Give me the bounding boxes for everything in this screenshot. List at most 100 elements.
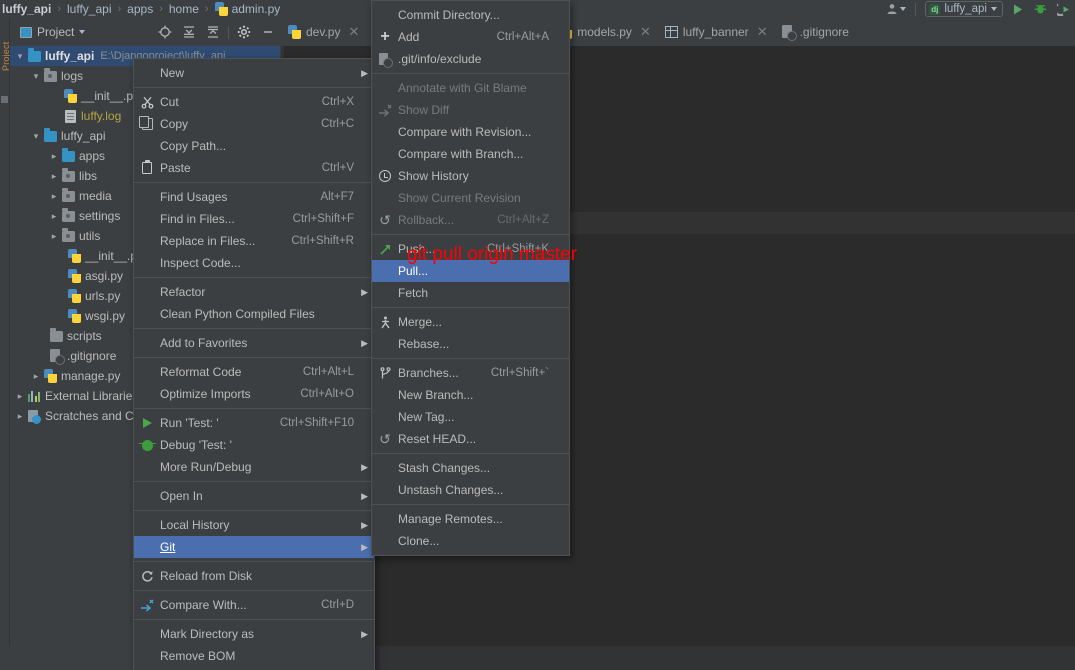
menu-item-mark-directory-as[interactable]: Mark Directory as ▶	[134, 623, 374, 645]
menu-item-copy-path[interactable]: Copy Path...	[134, 135, 374, 157]
user-profile-icon[interactable]	[886, 3, 907, 15]
menu-item-label: Copy Path...	[160, 139, 227, 153]
chevron-right-icon[interactable]: ▸	[14, 406, 26, 426]
menu-item-replace-in-files[interactable]: Replace in Files... Ctrl+Shift+R	[134, 230, 374, 252]
menu-item-run-test[interactable]: Run 'Test: ' Ctrl+Shift+F10	[134, 412, 374, 434]
project-panel-toolbar: Project	[10, 18, 280, 46]
python-file-icon	[42, 366, 58, 386]
menu-item-commit-directory[interactable]: Commit Directory...	[372, 4, 569, 26]
breadcrumb-item-module[interactable]: luffy_api	[65, 0, 113, 18]
menu-item-new-branch[interactable]: New Branch...	[372, 384, 569, 406]
run-icon[interactable]	[1009, 3, 1026, 16]
editor-tab-dev[interactable]: dev.py ✕	[281, 18, 366, 46]
menu-item-find-in-files[interactable]: Find in Files... Ctrl+Shift+F	[134, 208, 374, 230]
menu-item-find-usages[interactable]: Find Usages Alt+F7	[134, 186, 374, 208]
editor-tab-luffy-banner[interactable]: luffy_banner ✕	[658, 18, 775, 46]
menu-item-manage-remotes[interactable]: Manage Remotes...	[372, 508, 569, 530]
menu-item-fetch[interactable]: Fetch	[372, 282, 569, 304]
breadcrumb-item-project[interactable]: luffy_api	[0, 0, 53, 18]
menu-item-cut[interactable]: Cut Ctrl+X	[134, 91, 374, 113]
blank-icon	[372, 479, 398, 501]
chevron-down-icon[interactable]: ▾	[30, 126, 42, 146]
chevron-right-icon[interactable]: ▸	[48, 226, 60, 246]
chevron-right-icon[interactable]: ▸	[48, 206, 60, 226]
menu-item-clone[interactable]: Clone...	[372, 530, 569, 552]
menu-item-git[interactable]: Git ▶	[134, 536, 374, 558]
log-file-icon	[62, 106, 78, 126]
menu-item-stash-changes[interactable]: Stash Changes...	[372, 457, 569, 479]
collapse-all-icon[interactable]	[201, 20, 225, 44]
menu-item-debug-test[interactable]: Debug 'Test: '	[134, 434, 374, 456]
minimize-icon[interactable]	[256, 20, 280, 44]
menu-item-rebase[interactable]: Rebase...	[372, 333, 569, 355]
blank-icon	[372, 508, 398, 530]
gear-icon[interactable]	[232, 20, 256, 44]
menu-item-label: Cut	[160, 95, 179, 109]
menu-item-more-run-debug[interactable]: More Run/Debug ▶	[134, 456, 374, 478]
menu-item-local-history[interactable]: Local History ▶	[134, 514, 374, 536]
debug-icon[interactable]	[1032, 3, 1049, 16]
menu-item-inspect-code[interactable]: Inspect Code...	[134, 252, 374, 274]
breadcrumb-separator: ›	[204, 3, 209, 15]
menu-item-refactor[interactable]: Refactor ▶	[134, 281, 374, 303]
menu-separator	[134, 328, 374, 329]
chevron-down-icon[interactable]: ▾	[30, 66, 42, 86]
run-icon	[134, 412, 160, 434]
close-icon[interactable]: ✕	[348, 24, 359, 40]
menu-item-git-add[interactable]: + Add Ctrl+Alt+A	[372, 26, 569, 48]
blank-icon	[134, 186, 160, 208]
tool-window-button-structure[interactable]	[1, 96, 8, 103]
chevron-right-icon[interactable]: ▸	[48, 146, 60, 166]
menu-item-reformat-code[interactable]: Reformat Code Ctrl+Alt+L	[134, 361, 374, 383]
compare-icon	[134, 594, 160, 616]
submenu-arrow-icon: ▶	[361, 541, 368, 552]
close-icon[interactable]: ✕	[640, 24, 651, 40]
blank-icon	[134, 456, 160, 478]
menu-item-label: Fetch	[398, 286, 429, 300]
breadcrumb-item-apps[interactable]: apps	[125, 0, 155, 18]
menu-separator	[372, 234, 569, 235]
menu-item-git-info-exclude[interactable]: .git/info/exclude	[372, 48, 569, 70]
menu-item-merge[interactable]: Merge...	[372, 311, 569, 333]
blank-icon	[134, 536, 160, 558]
menu-item-open-in[interactable]: Open In ▶	[134, 485, 374, 507]
run-configuration-selector[interactable]: dj luffy_api	[925, 1, 1003, 17]
chevron-down-icon[interactable]: ▾	[14, 46, 26, 66]
breadcrumb-item-file[interactable]: admin.py	[213, 0, 283, 18]
menu-item-label: New Tag...	[398, 410, 455, 424]
chevron-right-icon[interactable]: ▸	[30, 366, 42, 386]
menu-item-reload-from-disk[interactable]: Reload from Disk	[134, 565, 374, 587]
chevron-right-icon[interactable]: ▸	[14, 386, 26, 406]
menu-item-unstash-changes[interactable]: Unstash Changes...	[372, 479, 569, 501]
tree-node-label: luffy_api	[45, 49, 95, 63]
menu-item-optimize-imports[interactable]: Optimize Imports Ctrl+Alt+O	[134, 383, 374, 405]
menu-item-branches[interactable]: Branches... Ctrl+Shift+`	[372, 362, 569, 384]
show-diff-icon	[372, 99, 398, 121]
expand-all-icon[interactable]	[177, 20, 201, 44]
menu-item-reset-head[interactable]: ↺ Reset HEAD...	[372, 428, 569, 450]
chevron-right-icon[interactable]: ▸	[48, 166, 60, 186]
locate-target-icon[interactable]	[153, 20, 177, 44]
menu-item-new[interactable]: New ▶	[134, 62, 374, 84]
menu-item-new-tag[interactable]: New Tag...	[372, 406, 569, 428]
breadcrumb-item-home[interactable]: home	[167, 0, 201, 18]
menu-item-add-to-favorites[interactable]: Add to Favorites ▶	[134, 332, 374, 354]
menu-item-compare-with[interactable]: Compare With... Ctrl+D	[134, 594, 374, 616]
menu-item-compare-with-revision[interactable]: Compare with Revision...	[372, 121, 569, 143]
close-icon[interactable]: ✕	[757, 24, 768, 40]
chevron-right-icon[interactable]: ▸	[48, 186, 60, 206]
submenu-arrow-icon: ▶	[361, 67, 368, 78]
menu-item-paste[interactable]: Paste Ctrl+V	[134, 157, 374, 179]
menu-item-remove-bom[interactable]: Remove BOM	[134, 645, 374, 667]
editor-tab-gitignore[interactable]: .gitignore	[775, 18, 856, 46]
menu-item-compare-with-branch[interactable]: Compare with Branch...	[372, 143, 569, 165]
menu-item-copy[interactable]: Copy Ctrl+C	[134, 113, 374, 135]
menu-item-show-history[interactable]: Show History	[372, 165, 569, 187]
project-panel-title[interactable]: Project	[10, 25, 86, 39]
menu-item-clean-python-compiled-files[interactable]: Clean Python Compiled Files	[134, 303, 374, 325]
run-with-coverage-icon[interactable]	[1055, 3, 1073, 16]
menu-item-label: .git/info/exclude	[398, 52, 482, 66]
python-file-icon	[288, 25, 301, 39]
python-file-icon	[66, 306, 82, 326]
menu-item-label: Copy	[160, 117, 189, 131]
